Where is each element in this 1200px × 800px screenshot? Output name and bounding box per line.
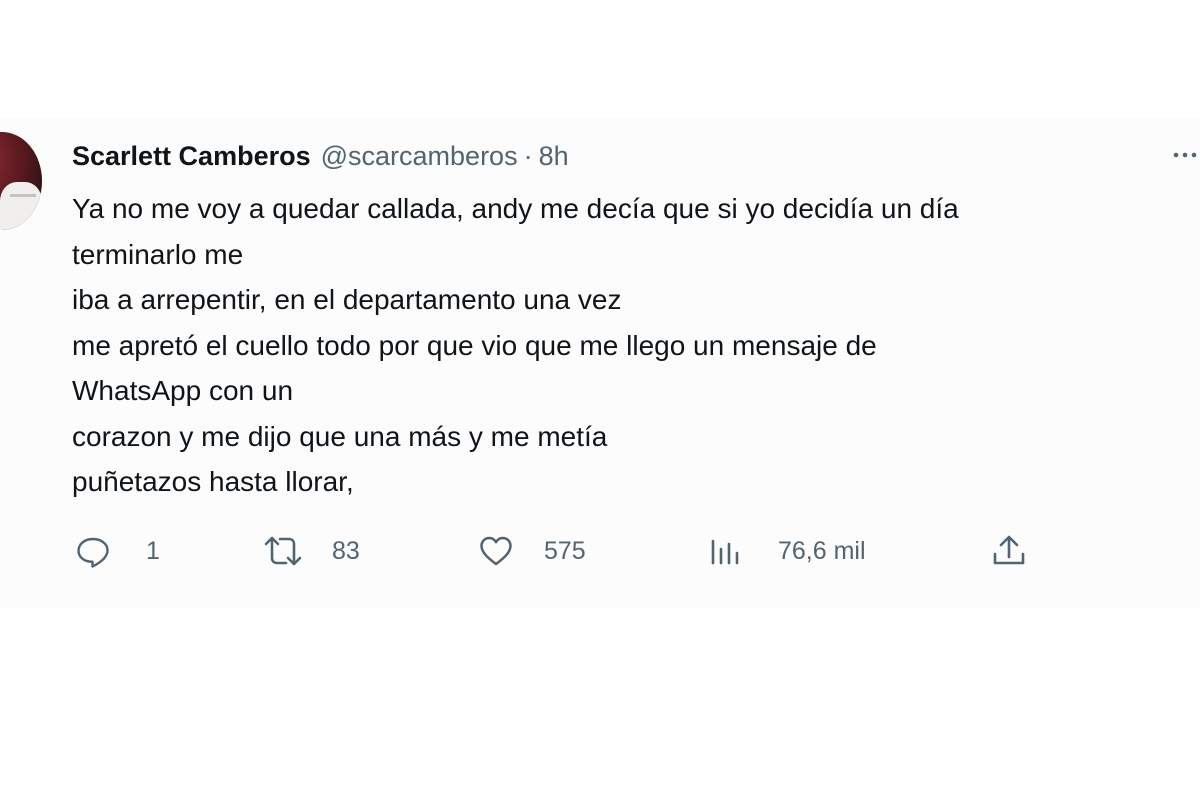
reply-count: 1 — [146, 536, 160, 565]
views-count: 76,6 mil — [778, 536, 866, 565]
views-icon — [711, 539, 739, 565]
more-icon — [1173, 152, 1197, 158]
reply-button[interactable]: 1 — [74, 528, 160, 574]
header-separator: · — [523, 140, 533, 171]
tweet-header: Scarlett Camberos @scarcamberos · 8h — [72, 138, 569, 174]
retweet-count: 83 — [332, 536, 360, 565]
page: Scarlett Camberos @scarcamberos · 8h Ya … — [0, 0, 1200, 800]
like-count: 575 — [544, 536, 586, 565]
views-button[interactable]: 76,6 mil — [708, 528, 866, 574]
tweet-text-line: Ya no me voy a quedar callada, andy me d… — [72, 193, 959, 224]
retweet-icon — [264, 536, 302, 566]
tweet-actions: 1 83 575 76,6 mil — [0, 528, 1200, 574]
tweet-timestamp[interactable]: 8h — [539, 141, 569, 172]
reply-icon — [77, 537, 109, 568]
tweet-text-line: corazon y me dijo que una más y me metía — [72, 420, 608, 452]
tweet-text-line: WhatsApp con un — [72, 375, 294, 406]
author-handle[interactable]: @scarcamberos — [321, 141, 518, 172]
share-icon — [993, 535, 1025, 565]
tweet-text-line: me apretó el cuello todo por que vio que… — [72, 329, 877, 361]
avatar-shirt — [0, 182, 42, 230]
tweet-card[interactable]: Scarlett Camberos @scarcamberos · 8h Ya … — [0, 118, 1200, 608]
tweet-text-line: terminarlo me — [72, 238, 244, 270]
avatar[interactable] — [0, 132, 42, 230]
tweet-text: Ya no me voy a quedar callada, andy me d… — [72, 186, 1182, 505]
retweet-button[interactable]: 83 — [262, 528, 360, 574]
more-options-button[interactable] — [1170, 140, 1200, 170]
tweet-text-line: iba a arrepentir, en el departamento una… — [72, 284, 622, 315]
tweet-text-line: puñetazos hasta llorar, — [72, 466, 354, 497]
like-button[interactable]: 575 — [478, 528, 586, 574]
share-button[interactable] — [990, 528, 1028, 574]
author-display-name[interactable]: Scarlett Camberos — [72, 141, 311, 172]
heart-icon — [480, 536, 512, 566]
avatar-shirt-stripe — [10, 194, 36, 197]
